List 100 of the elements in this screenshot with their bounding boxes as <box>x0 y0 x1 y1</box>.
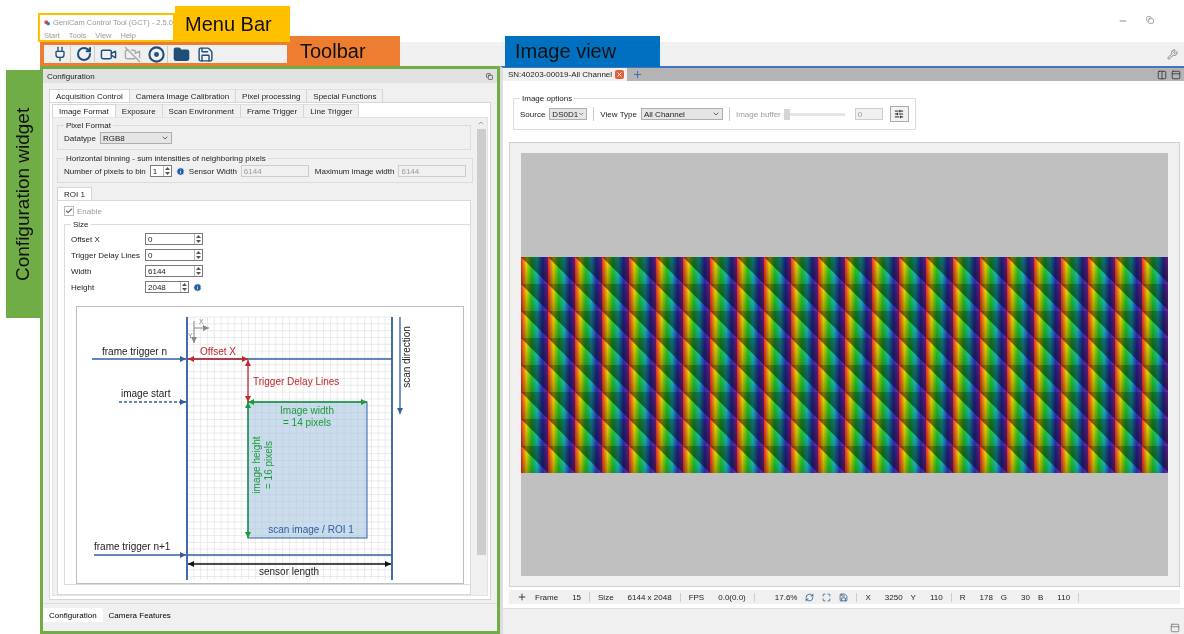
field-label: View Type <box>600 109 637 119</box>
status-value: 15 <box>572 592 582 602</box>
add-icon[interactable] <box>517 592 527 602</box>
status-label: G <box>1000 592 1008 602</box>
readonly-field: 6144 <box>240 165 309 177</box>
info-icon <box>193 282 202 292</box>
axis-x-arrow <box>193 325 210 331</box>
image-start-arrow <box>118 399 187 405</box>
status-label: X <box>865 592 871 602</box>
status-value: 30 <box>1021 592 1030 602</box>
field-label: Width <box>71 266 93 276</box>
source-dropdown[interactable]: DS0D1 <box>549 108 588 120</box>
diagram-label: Offset X <box>200 346 236 357</box>
chevron-up-icon[interactable] <box>477 119 485 127</box>
callout-label: Toolbar <box>290 36 400 66</box>
group-legend: Image options <box>520 94 575 103</box>
disc-icon[interactable] <box>146 45 168 63</box>
diagram-label: scan direction <box>401 326 412 388</box>
group-legend: Horizontal binning - sum intensities of neighboring pixels <box>64 154 268 163</box>
diagram-label: Trigger Delay Lines <box>253 376 340 387</box>
rotate-icon[interactable] <box>74 46 95 62</box>
group-legend: Size <box>71 220 91 229</box>
restore-icon[interactable] <box>1146 16 1154 24</box>
status-value: 178 <box>979 592 993 602</box>
save-icon[interactable] <box>839 592 849 602</box>
spin-field[interactable]: 6144 <box>145 265 203 277</box>
diagram-label: frame trigger n+1 <box>94 541 171 552</box>
diagram-label: image height = 16 pixels <box>251 436 274 494</box>
callout-label: Configuration widget <box>6 70 40 318</box>
close-icon[interactable] <box>615 70 625 79</box>
status-label: Size <box>598 592 614 602</box>
fit-icon[interactable] <box>822 592 832 602</box>
info-icon <box>175 166 185 176</box>
tab[interactable]: Exposure <box>114 104 163 117</box>
status-value: 6144 x 2048 <box>627 592 672 602</box>
datatype-dropdown[interactable]: RGB8 <box>100 132 173 144</box>
field-label: Trigger Delay Lines <box>71 250 141 260</box>
zoom-value: 17.6% <box>774 592 798 602</box>
field-label: Offset X <box>71 234 101 244</box>
diagram-label: scan image / ROI 1 <box>268 524 354 535</box>
panel-icon[interactable] <box>1170 623 1180 633</box>
tab[interactable]: Line Trigger <box>303 104 360 117</box>
tab[interactable]: ROI 1 <box>57 187 92 200</box>
add-tab-icon[interactable] <box>632 69 644 80</box>
status-label: Frame <box>535 592 559 602</box>
tab[interactable]: Image Format <box>52 104 116 117</box>
readonly-field: 6144 <box>398 165 467 177</box>
tab[interactable]: Acquisition Control <box>49 89 130 102</box>
tab[interactable]: Camera Image Calibration <box>128 89 237 102</box>
refresh-icon[interactable] <box>805 592 815 602</box>
diagram-label: Image width = 14 pixels <box>280 405 334 428</box>
save-icon[interactable] <box>195 45 216 63</box>
diagram-label: frame trigger n <box>102 346 168 357</box>
tab[interactable]: Special Functions <box>306 89 384 102</box>
chevron-down-icon <box>578 110 585 118</box>
spin-field: 0 <box>854 108 883 120</box>
split-view-icon[interactable] <box>1157 69 1167 80</box>
callout-label: Image view <box>505 36 660 67</box>
diagram-label: image start <box>121 388 171 399</box>
status-value: 3250 <box>884 592 903 602</box>
status-value: 110 <box>929 592 943 602</box>
spin-field[interactable]: 0 <box>145 233 203 245</box>
spin-arrows-icon <box>164 167 170 175</box>
diagram-label: sensor length <box>259 566 319 577</box>
settings-button[interactable] <box>889 106 909 122</box>
tab[interactable]: Configuration <box>43 608 103 622</box>
status-value: 0.0(0.0) <box>718 592 746 602</box>
folder-icon[interactable] <box>171 45 192 63</box>
group-legend: Pixel Format <box>64 121 113 130</box>
spin-field[interactable]: 0 <box>145 249 203 261</box>
tab[interactable]: Scan Environment <box>161 104 241 117</box>
tab[interactable]: Frame Trigger <box>239 104 305 117</box>
spin-arrows-icon <box>182 283 187 291</box>
field-label: Datatype <box>64 133 97 143</box>
tab[interactable]: Pixel processing <box>235 89 308 102</box>
status-label: FPS <box>688 592 705 602</box>
status-label: Y <box>910 592 916 602</box>
field-label: Maximum image width <box>314 166 395 176</box>
field-label: Source <box>520 109 546 119</box>
field-label: Sensor Width <box>188 166 237 176</box>
sliders-icon <box>894 109 905 119</box>
status-value: 110 <box>1057 592 1071 602</box>
status-label: B <box>1038 592 1044 602</box>
spin-field[interactable]: 1 <box>149 165 172 177</box>
axis-y-arrow <box>191 320 197 344</box>
field-label: Image buffer <box>736 109 781 119</box>
callout-label: Menu Bar <box>175 6 290 42</box>
wrench-icon[interactable] <box>1167 48 1178 60</box>
chevron-down-icon <box>712 110 720 118</box>
view-type-dropdown[interactable]: All Channel <box>641 108 723 120</box>
spin-field[interactable]: 2048 <box>145 281 189 293</box>
float-icon[interactable] <box>486 72 493 80</box>
spin-arrows-icon <box>196 235 201 243</box>
panel-icon[interactable] <box>1171 69 1181 80</box>
panel-title: Configuration <box>47 71 95 81</box>
spin-arrows-icon <box>196 251 201 259</box>
tab[interactable]: SN:40203-00019-All Channel <box>503 68 628 81</box>
field-label: Height <box>71 282 96 292</box>
app-logo-icon <box>44 18 51 27</box>
offset-arrow <box>187 356 249 362</box>
